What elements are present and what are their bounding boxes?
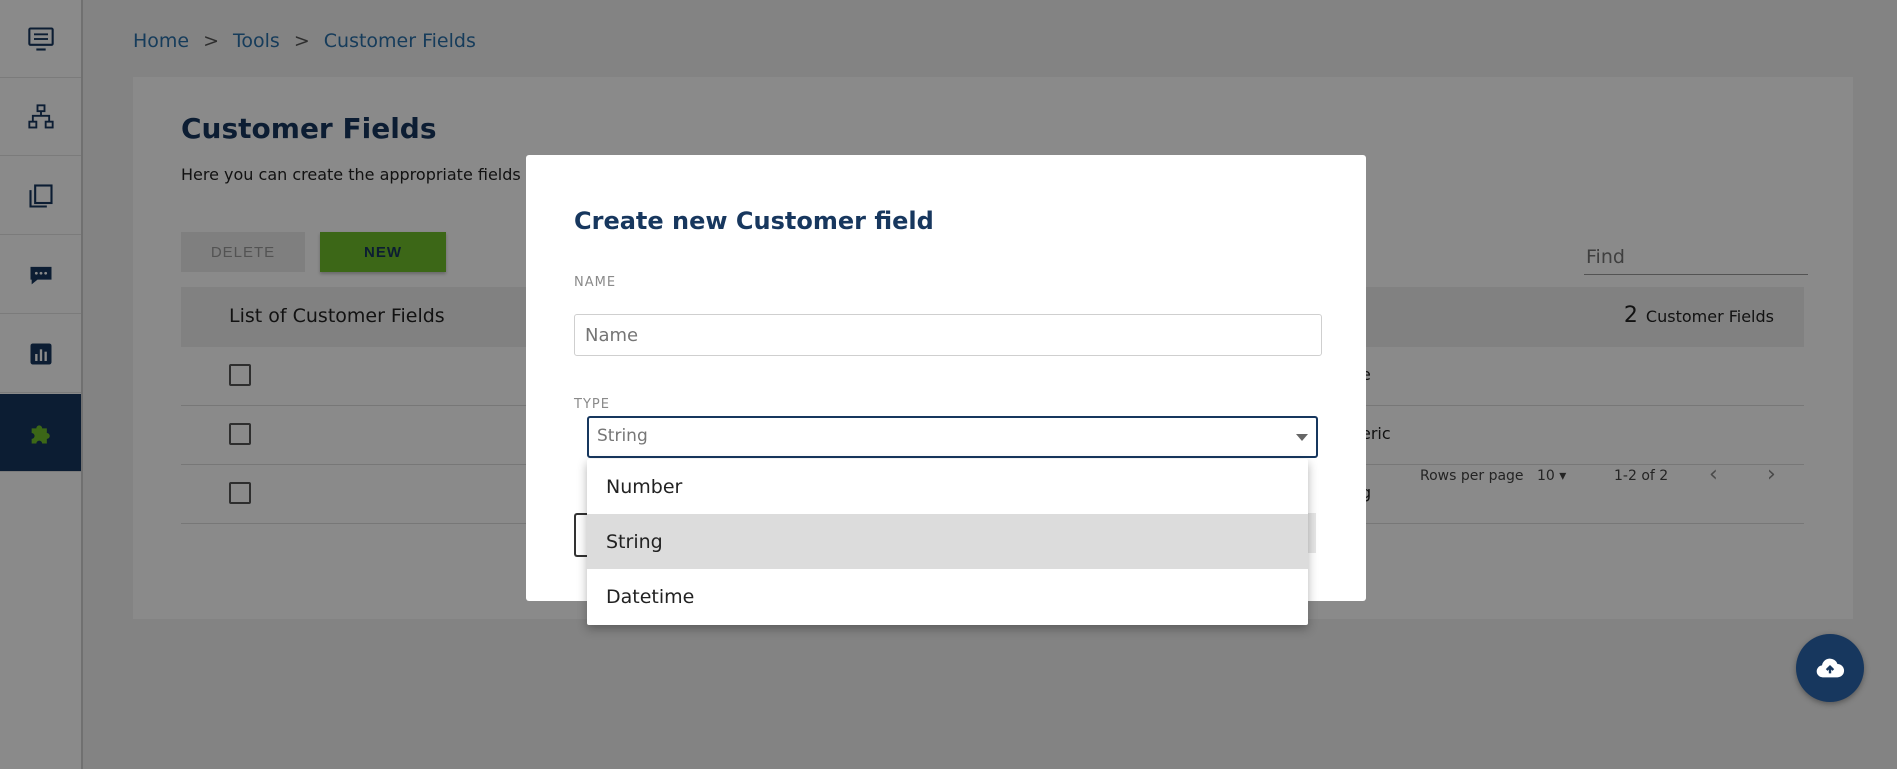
upload-button[interactable] <box>1796 634 1864 702</box>
type-option-string[interactable]: String <box>587 514 1308 569</box>
dialog-save-button[interactable] <box>1308 513 1316 553</box>
type-option-datetime[interactable]: Datetime <box>587 569 1308 624</box>
caret-down-icon <box>1296 434 1308 441</box>
type-dropdown-menu: Number String Datetime <box>587 459 1308 625</box>
type-select[interactable]: String <box>587 416 1318 458</box>
dialog-title: Create new Customer field <box>574 207 934 235</box>
type-selected-value: String <box>597 426 648 446</box>
type-label: TYPE <box>574 397 610 412</box>
name-input[interactable] <box>574 314 1322 356</box>
cloud-upload-icon <box>1816 658 1845 678</box>
name-label: NAME <box>574 275 617 290</box>
type-option-number[interactable]: Number <box>587 459 1308 514</box>
